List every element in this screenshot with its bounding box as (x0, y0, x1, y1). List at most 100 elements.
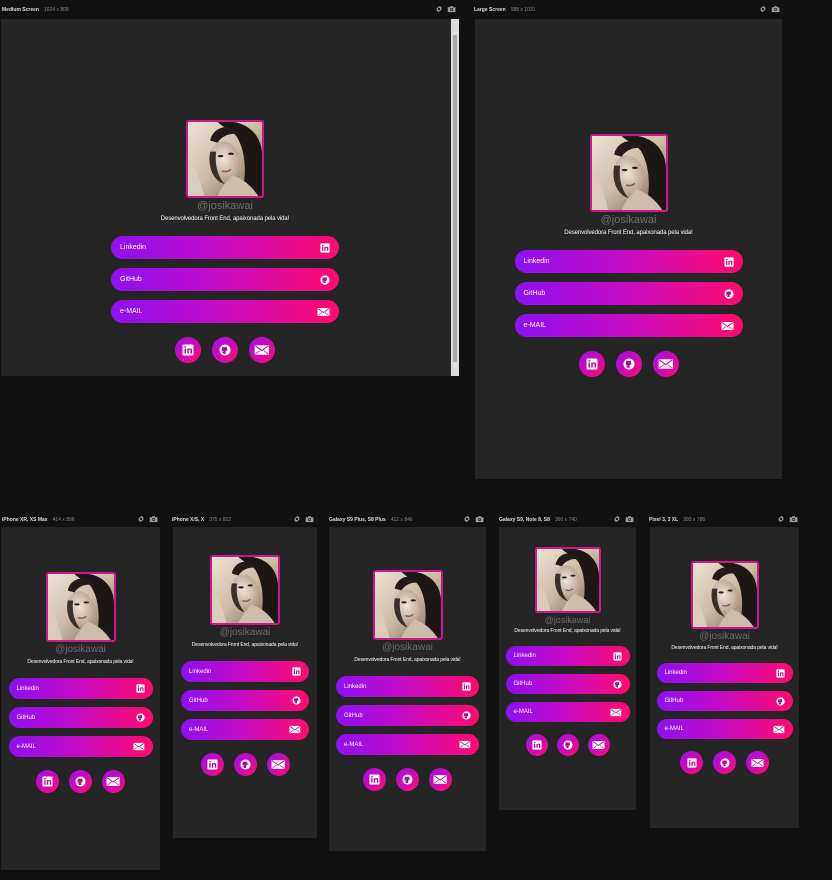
camera-icon[interactable] (475, 515, 484, 523)
link-button-github[interactable]: GitHub (181, 690, 309, 711)
gear-icon[interactable] (463, 515, 471, 523)
device-name: Galaxy S9, Note 8, S8 (499, 517, 550, 523)
linkedin-circle-button[interactable] (36, 770, 59, 793)
gear-icon[interactable] (435, 5, 443, 13)
gear-icon[interactable] (777, 515, 785, 523)
link-button-email[interactable]: e-MAIL (8, 736, 153, 757)
mail-circle-button[interactable] (652, 351, 679, 377)
linkedin-circle-button[interactable] (175, 337, 201, 363)
github-icon (292, 696, 301, 705)
mail-icon (658, 358, 674, 370)
link-label: e-MAIL (664, 726, 684, 732)
device-preview-frame: @josikawai Desenvolvedora Front End, apa… (650, 527, 799, 828)
gear-icon[interactable] (137, 515, 145, 523)
link-label: GitHub (120, 276, 142, 283)
link-button-linkedin[interactable]: Linkedin (505, 646, 630, 666)
github-icon (239, 759, 251, 770)
gear-icon[interactable] (613, 515, 621, 523)
camera-icon[interactable] (305, 515, 314, 523)
link-button-linkedin[interactable]: Linkedin (514, 250, 743, 273)
link-button-github[interactable]: GitHub (336, 705, 479, 726)
link-button-linkedin[interactable]: Linkedin (8, 678, 153, 699)
link-label: GitHub (16, 714, 36, 721)
mail-icon (271, 759, 285, 770)
camera-icon[interactable] (447, 5, 456, 13)
device-size: 393 x 786 (683, 517, 706, 523)
link-button-email[interactable]: e-MAIL (336, 734, 479, 755)
link-button-github[interactable]: GitHub (8, 707, 153, 728)
linkedin-icon (612, 651, 622, 661)
link-list: Linkedin GitHub e-MAIL (181, 661, 309, 740)
mail-circle-button[interactable] (249, 337, 275, 363)
social-icon-row (680, 751, 769, 774)
profile-card: @josikawai Desenvolvedora Front End, apa… (499, 547, 636, 756)
linkedin-circle-button[interactable] (578, 351, 605, 377)
mail-circle-button[interactable] (429, 768, 452, 791)
github-circle-button[interactable] (212, 337, 238, 363)
link-button-linkedin[interactable]: Linkedin (336, 676, 479, 697)
link-label: Linkedin (523, 258, 550, 265)
profile-photo (534, 547, 601, 613)
device-name: Pixel 3, 3 XL (649, 517, 679, 523)
link-button-email[interactable]: e-MAIL (505, 702, 630, 722)
camera-icon[interactable] (771, 5, 780, 13)
github-circle-button[interactable] (69, 770, 92, 793)
mail-circle-button[interactable] (266, 753, 290, 776)
mail-icon (133, 742, 145, 751)
mail-circle-button[interactable] (102, 770, 125, 793)
device-size: 1024 x 809 (43, 7, 69, 13)
profile-bio: Desenvolvedora Front End, apaixonada pel… (671, 645, 778, 651)
profile-bio: Desenvolvedora Front End, apaixonada pel… (354, 657, 461, 663)
link-button-email[interactable]: e-MAIL (656, 719, 793, 739)
linkedin-icon (42, 776, 53, 787)
link-list: Linkedin GitHub e-MAIL (8, 678, 153, 757)
github-circle-button[interactable] (556, 734, 579, 756)
mail-circle-button[interactable] (587, 734, 610, 756)
link-label: GitHub (664, 698, 684, 704)
linkedin-circle-button[interactable] (680, 751, 703, 774)
profile-bio: Desenvolvedora Front End, apaixonada pel… (564, 230, 693, 236)
profile-bio: Desenvolvedora Front End, apaixonada pel… (160, 216, 290, 222)
linkedin-icon (292, 667, 301, 676)
device-preview-frame: @josikawai Desenvolvedora Front End, apa… (1, 19, 459, 376)
link-button-email[interactable]: e-MAIL (111, 300, 339, 323)
mail-circle-button[interactable] (746, 751, 769, 774)
github-circle-button[interactable] (233, 753, 257, 776)
link-button-github[interactable]: GitHub (656, 691, 793, 711)
github-circle-button[interactable] (713, 751, 736, 774)
link-button-linkedin[interactable]: Linkedin (111, 236, 339, 259)
link-button-github[interactable]: GitHub (514, 282, 743, 305)
camera-icon[interactable] (149, 515, 158, 523)
link-button-email[interactable]: e-MAIL (514, 314, 743, 337)
linkedin-circle-button[interactable] (363, 768, 386, 791)
github-circle-button[interactable] (396, 768, 419, 791)
device-size: 412 x 846 (390, 517, 413, 523)
vertical-scrollbar[interactable] (451, 19, 459, 376)
github-circle-button[interactable] (615, 351, 642, 377)
linkedin-circle-button[interactable] (525, 734, 548, 756)
profile-card: @josikawai Desenvolvedora Front End, apa… (650, 561, 799, 774)
profile-handle: @josikawai (219, 627, 271, 638)
link-button-email[interactable]: e-MAIL (181, 719, 309, 740)
link-button-github[interactable]: GitHub (111, 268, 339, 291)
link-label: e-MAIL (344, 741, 364, 748)
profile-card: @josikawai Desenvolvedora Front End, apa… (329, 570, 486, 791)
gear-icon[interactable] (759, 5, 767, 13)
scrollbar-thumb[interactable] (453, 35, 457, 362)
link-button-github[interactable]: GitHub (505, 674, 630, 694)
link-list: Linkedin GitHub e-MAIL (514, 250, 743, 337)
github-icon (219, 344, 231, 356)
link-button-linkedin[interactable]: Linkedin (181, 661, 309, 682)
social-icon-row (363, 768, 452, 791)
gear-icon[interactable] (293, 515, 301, 523)
github-icon (719, 757, 730, 768)
profile-card: @josikawai Desenvolvedora Front End, apa… (1, 120, 449, 363)
link-label: Linkedin (664, 670, 687, 676)
linkedin-circle-button[interactable] (200, 753, 224, 776)
profile-bio: Desenvolvedora Front End, apaixonada pel… (27, 659, 134, 665)
github-icon (135, 713, 145, 722)
link-button-linkedin[interactable]: Linkedin (656, 663, 793, 683)
camera-icon[interactable] (789, 515, 798, 523)
camera-icon[interactable] (625, 515, 634, 523)
profile-handle: @josikawai (382, 642, 433, 653)
